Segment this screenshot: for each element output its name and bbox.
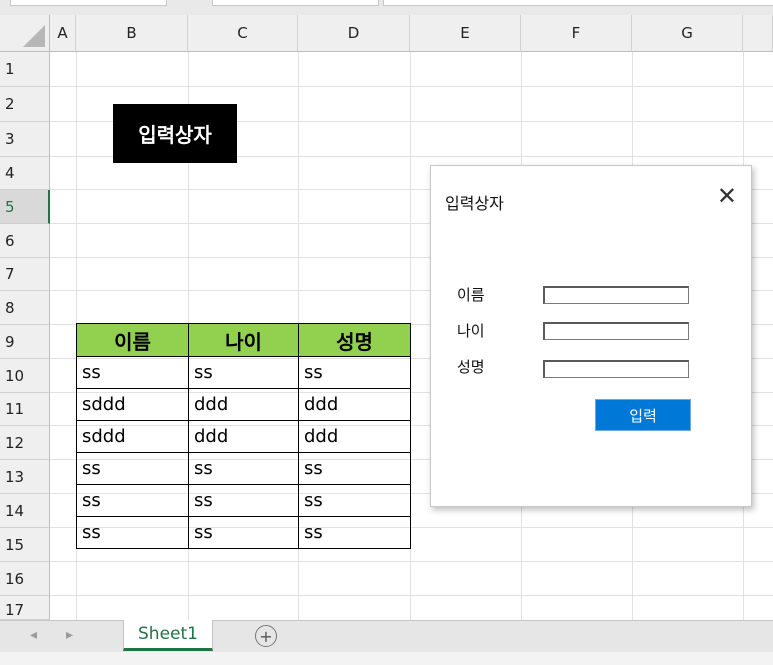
label-fullname: 성명 (457, 358, 485, 376)
fullname-field[interactable] (543, 360, 689, 378)
row-header-16[interactable]: 16 (0, 562, 50, 596)
table-row: ss ss ss (76, 516, 411, 549)
header-cell-name[interactable]: 이름 (76, 323, 189, 357)
table-row: ss ss ss (76, 356, 411, 389)
table-cell[interactable]: ss (188, 356, 299, 389)
row-header-10[interactable]: 10 (0, 359, 50, 393)
gridline (50, 561, 773, 562)
table-cell[interactable]: ss (76, 516, 189, 549)
table-cell[interactable]: ss (298, 452, 411, 485)
table-cell[interactable]: ddd (188, 388, 299, 421)
table-cell[interactable]: ddd (298, 388, 411, 421)
name-box[interactable] (10, 0, 167, 6)
table-cell[interactable]: ss (188, 452, 299, 485)
table-cell[interactable]: ss (76, 356, 189, 389)
column-header-c[interactable]: C (188, 15, 298, 52)
ribbon-edge (0, 0, 773, 15)
table-cell[interactable]: ss (298, 516, 411, 549)
column-header-b[interactable]: B (76, 15, 188, 52)
sheet-tab-sheet1[interactable]: Sheet1 (123, 620, 213, 651)
sheet-tab-bar: ◂ ▸ Sheet1 + (0, 620, 773, 653)
table-cell[interactable]: ss (76, 452, 189, 485)
select-all-corner[interactable] (0, 15, 50, 52)
label-name: 이름 (457, 286, 485, 304)
row-header-17[interactable]: 17 (0, 596, 50, 620)
column-header-e[interactable]: E (410, 15, 521, 52)
row-header-15[interactable]: 15 (0, 528, 50, 562)
table-row: ss ss ss (76, 452, 411, 485)
close-icon[interactable]: ✕ (717, 184, 737, 208)
row-header-5[interactable]: 5 (0, 190, 50, 224)
table-cell[interactable]: sddd (76, 420, 189, 453)
table-cell[interactable]: ss (76, 484, 189, 517)
column-header-d[interactable]: D (298, 15, 410, 52)
row-header-1[interactable]: 1 (0, 52, 50, 87)
table-cell[interactable]: ss (298, 356, 411, 389)
gridline (50, 86, 773, 87)
age-field[interactable] (543, 322, 689, 340)
table-cell[interactable]: ss (188, 484, 299, 517)
table-cell[interactable]: ss (188, 516, 299, 549)
row-header-6[interactable]: 6 (0, 224, 50, 258)
header-cell-age[interactable]: 나이 (188, 323, 299, 357)
row-header-4[interactable]: 4 (0, 157, 50, 190)
table-row: sddd ddd ddd (76, 388, 411, 421)
row-header-12[interactable]: 12 (0, 426, 50, 460)
scroll-left-icon[interactable]: ◂ (30, 627, 37, 643)
row-header-2[interactable]: 2 (0, 87, 50, 122)
plus-circle-icon[interactable]: + (255, 625, 277, 647)
row-header-8[interactable]: 8 (0, 291, 50, 325)
scroll-right-icon[interactable]: ▸ (66, 627, 73, 643)
row-header-9[interactable]: 9 (0, 325, 50, 359)
status-bar (0, 652, 773, 665)
table-header-row: 이름 나이 성명 (76, 323, 411, 357)
dialog-title: 입력상자 (445, 194, 504, 213)
table-cell[interactable]: ddd (298, 420, 411, 453)
formula-area[interactable] (212, 0, 379, 6)
table-row: sddd ddd ddd (76, 420, 411, 453)
table-row: ss ss ss (76, 484, 411, 517)
row-header-14[interactable]: 14 (0, 494, 50, 528)
table-cell[interactable]: ddd (188, 420, 299, 453)
column-header-g[interactable]: G (632, 15, 743, 52)
row-header-11[interactable]: 11 (0, 393, 50, 426)
table-cell[interactable]: ss (298, 484, 411, 517)
column-header-a[interactable]: A (50, 15, 76, 52)
input-box-title-shape[interactable]: 입력상자 (113, 104, 237, 163)
submit-button[interactable]: 입력 (595, 399, 691, 431)
column-header-h[interactable] (743, 15, 773, 52)
name-field[interactable] (543, 286, 689, 304)
table-cell[interactable]: sddd (76, 388, 189, 421)
column-header-f[interactable]: F (521, 15, 632, 52)
row-header-13[interactable]: 13 (0, 460, 50, 494)
label-age: 나이 (457, 322, 485, 340)
row-header-7[interactable]: 7 (0, 258, 50, 291)
formula-bar[interactable] (383, 0, 773, 6)
row-header-3[interactable]: 3 (0, 122, 50, 157)
input-dialog: 입력상자 ✕ 이름 나이 성명 입력 (430, 165, 752, 507)
header-cell-fullname[interactable]: 성명 (298, 323, 411, 357)
gridline (50, 595, 773, 596)
data-table: 이름 나이 성명 ss ss ss sddd ddd ddd sddd ddd … (76, 323, 411, 549)
